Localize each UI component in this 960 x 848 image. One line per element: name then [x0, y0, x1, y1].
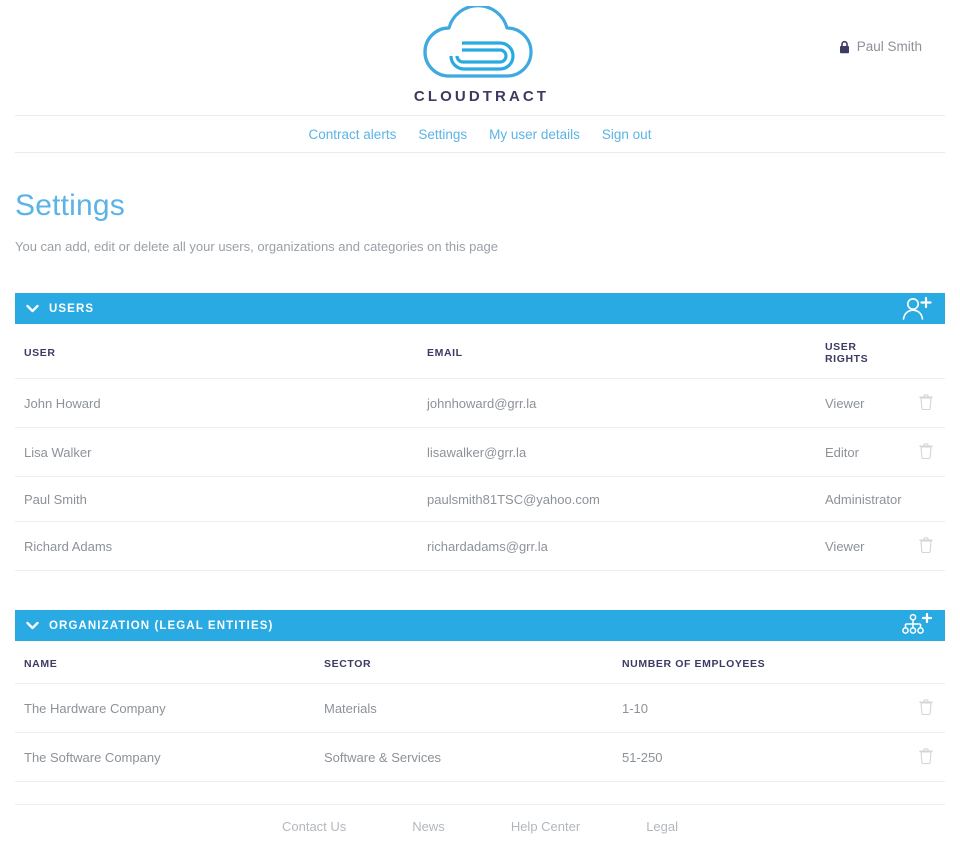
- user-name: Richard Adams: [15, 521, 418, 571]
- user-email: richardadams@grr.la: [418, 521, 816, 571]
- user-row-actions: [901, 476, 945, 522]
- users-table: USER EMAIL USER RIGHTS John Howard johnh…: [15, 324, 945, 571]
- current-user[interactable]: Paul Smith: [839, 39, 922, 54]
- user-email: paulsmith81TSC@yahoo.com: [418, 476, 816, 522]
- logo[interactable]: CLOUDTRACT: [395, 4, 565, 105]
- organization-table: NAME SECTOR NUMBER OF EMPLOYEES The Hard…: [15, 641, 945, 782]
- users-col-actions: [901, 324, 945, 379]
- users-col-user: USER: [15, 324, 418, 379]
- cloud-paperclip-logo-icon: [395, 4, 565, 87]
- add-user-icon[interactable]: [899, 296, 935, 322]
- chevron-down-icon[interactable]: [26, 304, 39, 313]
- table-row: Paul Smith paulsmith81TSC@yahoo.com Admi…: [15, 476, 945, 522]
- org-col-name: NAME: [15, 641, 315, 684]
- table-row: Richard Adams richardadams@grr.la Viewer: [15, 521, 945, 571]
- org-col-employees: NUMBER OF EMPLOYEES: [613, 641, 901, 684]
- table-row: The Software Company Software & Services…: [15, 732, 945, 782]
- nav-item-sign-out[interactable]: Sign out: [591, 127, 663, 142]
- section-title-users: USERS: [49, 302, 95, 315]
- section-header-organization-left: ORGANIZATION (LEGAL ENTITIES): [26, 620, 273, 632]
- footer-link-contact-us[interactable]: Contact Us: [249, 819, 379, 834]
- users-col-email: EMAIL: [418, 324, 816, 379]
- user-email: lisawalker@grr.la: [418, 427, 816, 477]
- section-header-organization[interactable]: ORGANIZATION (LEGAL ENTITIES): [15, 610, 945, 641]
- org-sector: Materials: [315, 683, 613, 733]
- user-row-actions: [901, 427, 945, 477]
- users-table-body: John Howard johnhoward@grr.la Viewer Lis…: [15, 378, 945, 571]
- users-table-head: USER EMAIL USER RIGHTS: [15, 324, 945, 379]
- section-title-organization: ORGANIZATION (LEGAL ENTITIES): [49, 619, 274, 632]
- table-row: Lisa Walker lisawalker@grr.la Editor: [15, 427, 945, 477]
- org-col-sector: SECTOR: [315, 641, 613, 684]
- footer-link-help-center[interactable]: Help Center: [478, 819, 613, 834]
- org-employees: 1-10: [613, 683, 901, 733]
- main-nav: Contract alerts Settings My user details…: [15, 115, 945, 153]
- current-user-name: Paul Smith: [856, 39, 922, 54]
- user-email: johnhoward@grr.la: [418, 378, 816, 428]
- user-rights: Viewer: [816, 521, 901, 571]
- users-col-rights: USER RIGHTS: [816, 324, 901, 379]
- site-footer: Contact Us News Help Center Legal: [15, 804, 945, 848]
- org-row-actions: [901, 683, 945, 733]
- organization-table-body: The Hardware Company Materials 1-10 The …: [15, 683, 945, 782]
- table-row: John Howard johnhoward@grr.la Viewer: [15, 378, 945, 428]
- organization-table-head: NAME SECTOR NUMBER OF EMPLOYEES: [15, 641, 945, 684]
- section-organization: ORGANIZATION (LEGAL ENTITIES) NAME SECTO…: [15, 610, 945, 782]
- org-name: The Hardware Company: [15, 683, 315, 733]
- delete-icon[interactable]: [919, 537, 933, 554]
- user-name: Paul Smith: [15, 476, 418, 522]
- lock-icon: [839, 40, 850, 54]
- org-employees: 51-250: [613, 732, 901, 782]
- table-row: The Hardware Company Materials 1-10: [15, 683, 945, 733]
- nav-item-my-user-details[interactable]: My user details: [478, 127, 591, 142]
- footer-link-news[interactable]: News: [379, 819, 478, 834]
- nav-item-settings[interactable]: Settings: [407, 127, 478, 142]
- add-organization-icon[interactable]: [901, 612, 935, 639]
- site-header: CLOUDTRACT Paul Smith: [0, 0, 960, 115]
- org-row-actions: [901, 732, 945, 782]
- chevron-down-icon[interactable]: [26, 621, 39, 630]
- delete-icon[interactable]: [919, 699, 933, 716]
- org-sector: Software & Services: [315, 732, 613, 782]
- organization-table-header-row: NAME SECTOR NUMBER OF EMPLOYEES: [15, 641, 945, 684]
- section-header-users-left: USERS: [26, 303, 94, 315]
- section-header-users[interactable]: USERS: [15, 293, 945, 324]
- page-title: Settings: [15, 189, 125, 222]
- page-subtitle: You can add, edit or delete all your use…: [15, 239, 499, 254]
- section-users: USERS USER EMAIL USER RIGHTS John Howard…: [15, 293, 945, 571]
- org-col-actions: [901, 641, 945, 684]
- org-name: The Software Company: [15, 732, 315, 782]
- nav-item-contract-alerts[interactable]: Contract alerts: [298, 127, 408, 142]
- user-rights: Editor: [816, 427, 901, 477]
- footer-link-legal[interactable]: Legal: [613, 819, 711, 834]
- users-table-header-row: USER EMAIL USER RIGHTS: [15, 324, 945, 379]
- user-row-actions: [901, 521, 945, 571]
- logo-text: CLOUDTRACT: [413, 88, 550, 105]
- user-rights: Administrator: [816, 476, 902, 522]
- delete-icon[interactable]: [919, 748, 933, 765]
- delete-icon[interactable]: [919, 443, 933, 460]
- user-row-actions: [901, 378, 945, 428]
- user-name: John Howard: [15, 378, 418, 428]
- delete-icon[interactable]: [919, 394, 933, 411]
- user-name: Lisa Walker: [15, 427, 418, 477]
- user-rights: Viewer: [816, 378, 901, 428]
- page-body: Settings You can add, edit or delete all…: [0, 189, 960, 782]
